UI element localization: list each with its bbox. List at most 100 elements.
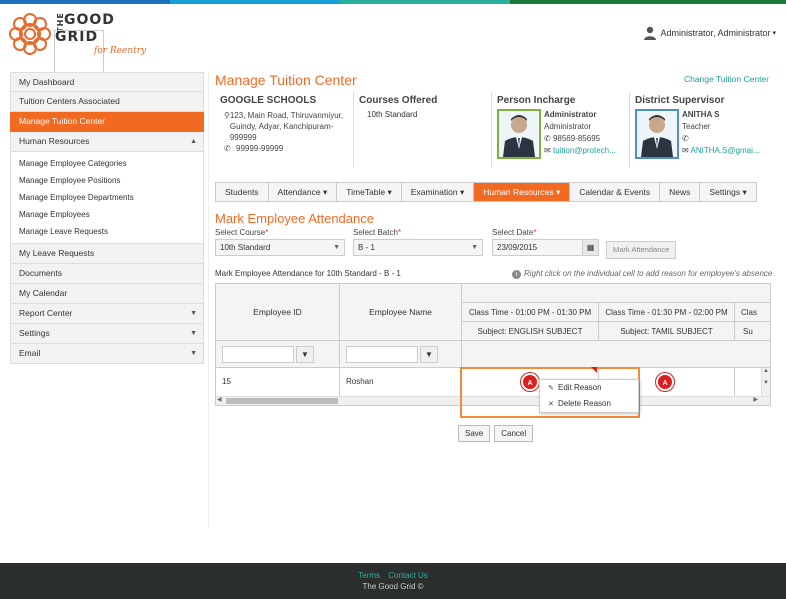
cancel-button[interactable]: Cancel [494, 425, 534, 442]
avatar [497, 109, 541, 159]
caret-up-icon: ▲ [190, 138, 197, 145]
caret-down-icon: ▾ [322, 187, 328, 197]
submenu-employee-categories[interactable]: Manage Employee Categories [11, 155, 203, 172]
user-name: Administrator, Administrator [660, 28, 771, 38]
mark-attendance-button[interactable]: Mark Attendance [606, 241, 677, 259]
copyright: The Good Grid © [362, 582, 424, 591]
incharge-name: Administrator [544, 110, 597, 119]
column-header-employee-id[interactable]: Employee ID [216, 284, 340, 341]
sidebar-item-tuition-centers[interactable]: Tuition Centers Associated [10, 92, 204, 112]
slot2-time: Class Time - 01:30 PM - 02:00 PM [599, 303, 735, 322]
date-label: Select Date* [492, 228, 537, 237]
sidebar-item-label: Human Resources [19, 136, 90, 146]
terms-link[interactable]: Terms [358, 571, 380, 580]
caret-down-icon: ▼ [333, 244, 340, 251]
calendar-icon[interactable]: ▦ [582, 240, 598, 255]
footer: Terms Contact Us The Good Grid © [0, 563, 786, 599]
submenu-leave-requests[interactable]: Manage Leave Requests [11, 223, 203, 240]
sidebar-item-label: Email [19, 348, 41, 358]
date-input[interactable]: 23/09/2015 ▦ [492, 239, 599, 256]
sidebar-item-calendar[interactable]: My Calendar [10, 284, 204, 304]
reason-marker-icon [591, 367, 597, 373]
page-title: Manage Tuition Center [215, 72, 357, 88]
vertical-scrollbar[interactable]: ▲ ▼ [761, 368, 770, 398]
filter-input-id[interactable] [222, 346, 294, 363]
tab-attendance[interactable]: Attendance ▾ [269, 183, 338, 201]
sidebar-item-dashboard[interactable]: My Dashboard [10, 72, 204, 92]
sidebar-item-human-resources[interactable]: Human Resources ▲ [10, 132, 204, 152]
caret-down-icon: ▾ [556, 187, 561, 197]
course-select[interactable]: 10th Standard ▼ [215, 239, 345, 256]
sidebar-item-report-center[interactable]: Report Center ▼ [10, 304, 204, 324]
batch-select[interactable]: B - 1 ▼ [353, 239, 483, 256]
slot3-time: Clas [735, 303, 770, 322]
envelope-icon: ✉ [544, 146, 553, 155]
date-select-group: Select Date* 23/09/2015 ▦ [492, 228, 599, 256]
tab-news[interactable]: News [660, 183, 701, 201]
district-supervisor: District Supervisor ANITHA S Teacher ✆ ✉… [629, 92, 775, 168]
sidebar: My Dashboard Tuition Centers Associated … [10, 72, 204, 364]
sidebar-item-manage-tuition-center[interactable]: Manage Tuition Center [10, 112, 204, 132]
delete-reason-item[interactable]: ✕ Delete Reason [540, 396, 638, 412]
filter-cell-id: ▼ [216, 341, 340, 368]
sidebar-item-email[interactable]: Email ▼ [10, 344, 204, 364]
tab-students[interactable]: Students [216, 183, 269, 201]
incharge-role: Administrator [544, 122, 592, 131]
cell-employee-name[interactable]: Roshan [340, 368, 462, 396]
supervisor-email[interactable]: ✉ ANITHA.S@gmai... [682, 145, 760, 157]
slot1-time: Class Time - 01:00 PM - 01:30 PM [462, 303, 599, 322]
slot1-subject: Subject: ENGLISH SUBJECT [462, 322, 599, 341]
tab-calendar-events[interactable]: Calendar & Events [570, 183, 661, 201]
filter-icon[interactable]: ▼ [296, 346, 314, 363]
caret-down-icon: ▼ [190, 310, 197, 317]
contact-link[interactable]: Contact Us [388, 571, 428, 580]
filter-icon[interactable]: ▼ [420, 346, 438, 363]
incharge-info: Administrator Administrator ✆ 98569-8569… [544, 109, 616, 157]
submenu-employee-positions[interactable]: Manage Employee Positions [11, 172, 203, 189]
tab-examination[interactable]: Examination ▾ [402, 183, 475, 201]
attendance-filters: Select Course* 10th Standard ▼ Select Ba… [215, 228, 775, 264]
tab-human-resources[interactable]: Human Resources ▾ [474, 183, 571, 201]
courses-heading: Courses Offered [359, 95, 438, 106]
edit-reason-item[interactable]: ✎ Edit Reason [540, 380, 638, 396]
submenu-employee-departments[interactable]: Manage Employee Departments [11, 189, 203, 206]
incharge-email[interactable]: ✉ tuition@protech... [544, 145, 616, 157]
context-menu: ✎ Edit Reason ✕ Delete Reason [539, 379, 639, 413]
avatar [635, 109, 679, 159]
logo[interactable]: THE GOOD GRID for Reentry [8, 10, 158, 153]
module-tabs: Students Attendance ▾ TimeTable ▾ Examin… [215, 182, 757, 202]
course-select-group: Select Course* 10th Standard ▼ [215, 228, 345, 256]
hint-text: i Right click on the individual cell to a… [512, 269, 772, 279]
course-name: 10th Standard [367, 110, 418, 119]
scroll-thumb[interactable] [226, 398, 338, 404]
save-button[interactable]: Save [458, 425, 491, 442]
sidebar-item-label: Report Center [19, 308, 73, 318]
submenu-employees[interactable]: Manage Employees [11, 206, 203, 223]
filter-input-name[interactable] [346, 346, 418, 363]
filter-cell-name: ▼ [340, 341, 462, 368]
supervisor-role: Teacher [682, 122, 711, 131]
filter-cell-empty [462, 341, 770, 368]
pencil-icon: ✎ [548, 385, 554, 392]
header: THE GOOD GRID for Reentry Administrator,… [0, 4, 786, 153]
center-address: ⚲ 123, Main Road, Thiruvanmiyur, Guindy,… [224, 111, 344, 142]
supervisor-info: ANITHA S Teacher ✆ ✉ ANITHA.S@gmai... [682, 109, 760, 157]
tab-settings[interactable]: Settings ▾ [700, 183, 755, 201]
close-icon: ✕ [548, 401, 554, 408]
change-tuition-center-link[interactable]: Change Tuition Center [684, 74, 769, 84]
sidebar-item-settings[interactable]: Settings ▼ [10, 324, 204, 344]
user-menu[interactable]: Administrator, Administrator ▾ [644, 26, 776, 40]
caret-down-icon: ▾ [459, 187, 465, 197]
form-actions: Save Cancel [458, 425, 534, 442]
caret-down-icon: ▾ [742, 187, 747, 197]
section-title: Mark Employee Attendance [215, 211, 374, 226]
sidebar-item-documents[interactable]: Documents [10, 264, 204, 284]
sidebar-item-leave-requests[interactable]: My Leave Requests [10, 244, 204, 264]
cell-employee-id[interactable]: 15 [216, 368, 340, 396]
absent-badge[interactable]: A [656, 373, 674, 391]
slot3-subject: Su [735, 322, 770, 341]
attendance-info-row: Mark Employee Attendance for 10th Standa… [215, 269, 775, 279]
column-header-employee-name[interactable]: Employee Name [340, 284, 462, 341]
slot2-subject: Subject: TAMIL SUBJECT [599, 322, 735, 341]
tab-timetable[interactable]: TimeTable ▾ [337, 183, 402, 201]
